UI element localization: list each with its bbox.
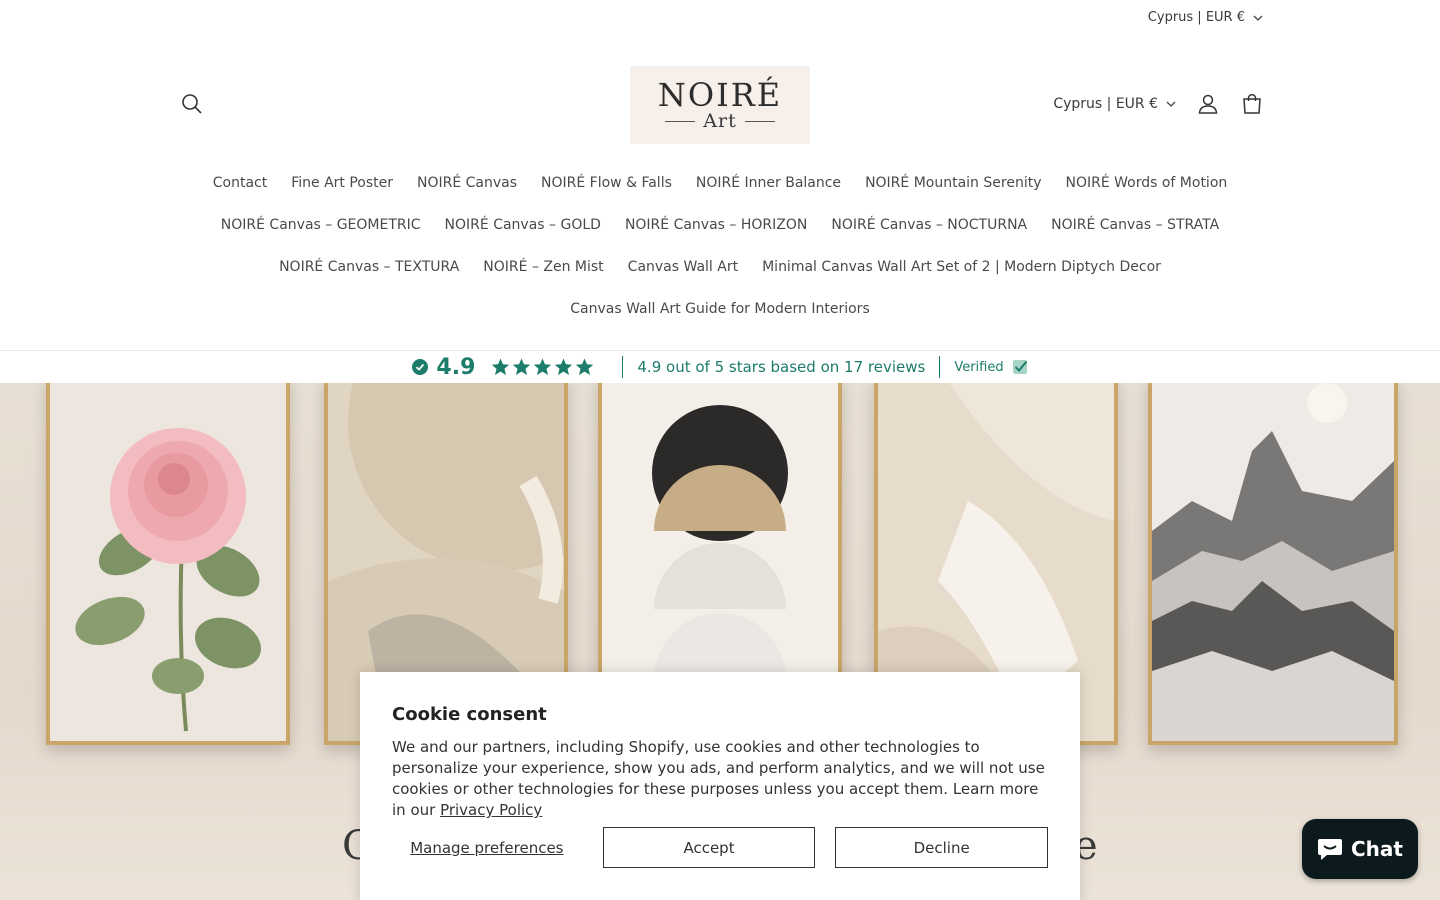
logo-main-text: NOIRÉ [657, 76, 783, 114]
chevron-down-icon [1253, 15, 1263, 21]
rating-score: 4.9 [436, 354, 476, 380]
nav-link-noire-canvas[interactable]: NOIRÉ Canvas [417, 175, 517, 191]
account-icon[interactable] [1196, 92, 1220, 116]
nav-link-canvas-wall-art[interactable]: Canvas Wall Art [628, 259, 738, 275]
nav-link-horizon[interactable]: NOIRÉ Canvas – HORIZON [625, 217, 807, 233]
nav-link-inner-balance[interactable]: NOIRÉ Inner Balance [696, 175, 841, 191]
check-circle-icon [412, 359, 429, 375]
logo-sub-text: Art [703, 110, 737, 132]
nav-link-contact[interactable]: Contact [213, 175, 267, 191]
reviews-separator [939, 356, 941, 378]
nav-link-strata[interactable]: NOIRÉ Canvas – STRATA [1051, 217, 1219, 233]
verified-badge: Verified [954, 359, 1027, 375]
chat-button[interactable]: Chat [1302, 819, 1418, 879]
nav-row: NOIRÉ Canvas – GEOMETRIC NOIRÉ Canvas – … [0, 204, 1440, 246]
utility-bar: Cyprus | EUR € [0, 0, 1440, 38]
cookie-title: Cookie consent [392, 704, 547, 725]
star-icon [576, 358, 594, 375]
accept-button[interactable]: Accept [602, 827, 816, 868]
cookie-actions: Manage preferences Accept Decline [392, 827, 1048, 868]
privacy-policy-link[interactable]: Privacy Policy [440, 801, 542, 819]
site-logo[interactable]: NOIRÉ Art [630, 66, 810, 144]
country-selector-top[interactable]: Cyprus | EUR € [1148, 10, 1263, 25]
mountain-artwork [1148, 383, 1398, 745]
nav-link-textura[interactable]: NOIRÉ Canvas – TEXTURA [279, 259, 459, 275]
nav-link-diptych-set[interactable]: Minimal Canvas Wall Art Set of 2 | Moder… [762, 259, 1161, 275]
manage-preferences-link[interactable]: Manage preferences [392, 839, 582, 857]
decline-button[interactable]: Decline [835, 827, 1048, 868]
rating-stars [491, 358, 594, 376]
star-icon [513, 358, 531, 375]
chat-label: Chat [1351, 837, 1403, 861]
nav-link-words-of-motion[interactable]: NOIRÉ Words of Motion [1065, 175, 1227, 191]
cookie-consent-dialog: Cookie consent We and our partners, incl… [360, 672, 1080, 900]
nav-row: NOIRÉ Canvas – TEXTURA NOIRÉ – Zen Mist … [0, 246, 1440, 288]
country-label: Cyprus | EUR € [1147, 10, 1245, 25]
nav-link-fine-art-poster[interactable]: Fine Art Poster [291, 175, 393, 191]
verified-label: Verified [954, 359, 1004, 375]
reviews-separator [622, 356, 624, 378]
star-icon [555, 358, 573, 375]
nav-link-gold[interactable]: NOIRÉ Canvas – GOLD [445, 217, 601, 233]
logo-divider [665, 120, 696, 122]
logo-sub-row: Art [665, 110, 775, 132]
country-selector-header[interactable]: Cyprus | EUR € [1053, 96, 1176, 112]
main-navigation: Contact Fine Art Poster NOIRÉ Canvas NOI… [0, 162, 1440, 330]
nav-link-flow-falls[interactable]: NOIRÉ Flow & Falls [541, 175, 672, 191]
rose-artwork [46, 383, 290, 745]
search-icon[interactable] [180, 92, 204, 116]
nav-link-nocturna[interactable]: NOIRÉ Canvas – NOCTURNA [831, 217, 1027, 233]
nav-link-mountain-serenity[interactable]: NOIRÉ Mountain Serenity [865, 175, 1041, 191]
logo-divider [744, 120, 775, 122]
chat-bubble-icon [1318, 839, 1342, 860]
header-actions: Cyprus | EUR € [1053, 92, 1264, 116]
chevron-down-icon [1166, 101, 1176, 107]
nav-row: Canvas Wall Art Guide for Modern Interio… [0, 288, 1440, 330]
reviews-bar[interactable]: 4.9 4.9 out of 5 stars based on 17 revie… [0, 351, 1440, 383]
rose-illustration [50, 383, 286, 741]
nav-link-geometric[interactable]: NOIRÉ Canvas – GEOMETRIC [221, 217, 421, 233]
star-icon [492, 358, 510, 375]
star-icon [534, 358, 552, 375]
nav-row: Contact Fine Art Poster NOIRÉ Canvas NOI… [0, 162, 1440, 204]
verified-check-icon [1012, 360, 1027, 374]
nav-link-wall-art-guide[interactable]: Canvas Wall Art Guide for Modern Interio… [570, 301, 869, 317]
nav-link-zen-mist[interactable]: NOIRÉ – Zen Mist [483, 259, 603, 275]
reviews-summary: 4.9 out of 5 stars based on 17 reviews [637, 358, 926, 376]
cookie-body: We and our partners, including Shopify, … [392, 737, 1048, 821]
country-label: Cyprus | EUR € [1053, 96, 1158, 112]
mountain-illustration [1152, 383, 1394, 741]
cart-icon[interactable] [1240, 92, 1264, 116]
site-header: NOIRÉ Art Cyprus | EUR € [0, 38, 1440, 168]
